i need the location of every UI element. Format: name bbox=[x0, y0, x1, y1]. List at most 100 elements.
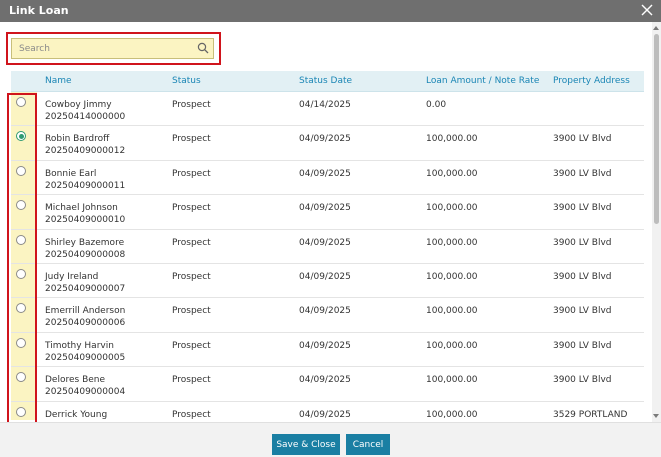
row-radio-button[interactable] bbox=[16, 131, 26, 142]
row-radio-button[interactable] bbox=[16, 372, 26, 383]
loan-number: 20250409000006 bbox=[45, 318, 126, 329]
cell-loan-amount: 100,000.00 bbox=[426, 134, 478, 145]
table-row[interactable]: Cowboy Jimmy 20250414000000 Prospect 04/14/… bbox=[11, 92, 644, 127]
cell-loan-amount: 100,000.00 bbox=[426, 409, 478, 420]
column-header-property-address[interactable]: Property Address bbox=[553, 76, 630, 86]
loan-number: 20250409000010 bbox=[45, 215, 126, 226]
cell-loan-amount: 100,000.00 bbox=[426, 306, 478, 317]
row-radio-button[interactable] bbox=[16, 303, 26, 314]
loan-number: 20250409000008 bbox=[45, 249, 126, 260]
dialog-title: Link Loan bbox=[9, 4, 69, 17]
scroll-down-arrow-icon[interactable] bbox=[653, 414, 659, 418]
row-radio-button[interactable] bbox=[16, 269, 26, 279]
row-radio-button[interactable] bbox=[16, 337, 26, 348]
cell-status: Prospect bbox=[172, 203, 211, 214]
radio-cell bbox=[11, 401, 37, 420]
cell-name: Derrick Young bbox=[45, 409, 107, 420]
cell-property-address: 3900 LV Blvd bbox=[553, 272, 612, 282]
table-row[interactable]: Robin Bardroff 20250409000012 Prospect 04/0… bbox=[11, 126, 644, 161]
cell-property-address: 3529 PORTLAND bbox=[553, 409, 628, 420]
cell-status: Prospect bbox=[172, 237, 211, 248]
cell-status: Prospect bbox=[172, 375, 211, 386]
column-header-status-date[interactable]: Status Date bbox=[299, 76, 352, 86]
row-radio-button[interactable] bbox=[16, 165, 26, 176]
cell-status-date: 04/14/2025 bbox=[299, 100, 351, 110]
cell-name: Shirley Bazemore 20250409000008 bbox=[45, 237, 125, 261]
borrower-name: Judy Ireland bbox=[45, 272, 99, 282]
loan-table: Name Status Status Date Loan Amount / No… bbox=[11, 71, 644, 420]
radio-cell bbox=[11, 160, 37, 195]
cell-property-address: 3900 LV Blvd bbox=[553, 306, 612, 317]
radio-cell bbox=[11, 195, 37, 229]
cell-status-date: 04/09/2025 bbox=[299, 203, 351, 214]
cell-name: Timothy Harvin 20250409000005 bbox=[45, 340, 125, 364]
scrollbar-thumb[interactable] bbox=[654, 34, 659, 224]
cell-status: Prospect bbox=[172, 306, 211, 317]
save-close-button[interactable]: Save & Close bbox=[272, 434, 340, 455]
borrower-name: Michael Johnson bbox=[45, 203, 118, 214]
radio-cell bbox=[11, 126, 37, 160]
cell-property-address: 3900 LV Blvd bbox=[553, 237, 612, 248]
cell-status: Prospect bbox=[172, 134, 211, 145]
dialog-titlebar: Link Loan bbox=[0, 0, 661, 22]
search-input[interactable] bbox=[12, 39, 192, 58]
table-row[interactable]: Michael Johnson 20250409000010 Prospect 04/… bbox=[11, 195, 644, 230]
borrower-name: Robin Bardroff bbox=[45, 134, 110, 145]
cell-loan-amount: 100,000.00 bbox=[426, 203, 478, 214]
radio-cell bbox=[11, 229, 37, 263]
cell-name: Michael Johnson 20250409000010 bbox=[45, 202, 125, 226]
cell-name: Cowboy Jimmy 20250414000000 bbox=[45, 99, 125, 123]
loan-number: 20250409000005 bbox=[45, 352, 126, 363]
table-row[interactable]: Derrick Young Prospect 04/09/2025 100,000.0… bbox=[11, 401, 644, 420]
cancel-button[interactable]: Cancel bbox=[346, 434, 390, 455]
table-header: Name Status Status Date Loan Amount / No… bbox=[11, 71, 644, 92]
table-row[interactable]: Judy Ireland 20250409000007 Prospect 04/09/… bbox=[11, 264, 644, 299]
table-row[interactable]: Delores Bene 20250409000004 Prospect 04/09/… bbox=[11, 367, 644, 402]
radio-cell bbox=[11, 92, 37, 126]
cell-status: Prospect bbox=[172, 409, 211, 420]
cell-property-address: 3900 LV Blvd bbox=[553, 340, 612, 351]
cell-name: Bonnie Earl 20250409000011 bbox=[45, 168, 125, 192]
row-radio-button[interactable] bbox=[16, 200, 26, 211]
search-box[interactable] bbox=[11, 38, 214, 59]
column-header-name[interactable]: Name bbox=[45, 76, 72, 86]
borrower-name: Cowboy Jimmy bbox=[45, 100, 112, 110]
loan-number: 20250409000004 bbox=[45, 387, 126, 398]
cell-property-address: 3900 LV Blvd bbox=[553, 134, 612, 145]
table-row[interactable]: Timothy Harvin 20250409000005 Prospect 04/0… bbox=[11, 332, 644, 368]
loan-number: 20250409000007 bbox=[45, 284, 126, 294]
cell-name: Judy Ireland 20250409000007 bbox=[45, 271, 125, 295]
scroll-up-arrow-icon[interactable] bbox=[653, 26, 659, 30]
cell-status-date: 04/09/2025 bbox=[299, 134, 351, 145]
borrower-name: Bonnie Earl bbox=[45, 168, 97, 179]
column-header-status[interactable]: Status bbox=[172, 76, 201, 86]
row-radio-button[interactable] bbox=[16, 97, 26, 107]
cell-status: Prospect bbox=[172, 272, 211, 282]
table-row[interactable]: Bonnie Earl 20250409000011 Prospect 04/09/2… bbox=[11, 160, 644, 196]
cell-loan-amount: 100,000.00 bbox=[426, 237, 478, 248]
cell-status: Prospect bbox=[172, 340, 211, 351]
radio-cell bbox=[11, 367, 37, 401]
column-header-loan-amount[interactable]: Loan Amount / Note Rate bbox=[426, 76, 539, 86]
cell-loan-amount: 0.00 bbox=[426, 100, 447, 110]
search-icon[interactable] bbox=[197, 42, 209, 54]
cell-status-date: 04/09/2025 bbox=[299, 409, 351, 420]
loan-number: 20250409000011 bbox=[45, 180, 126, 191]
close-icon[interactable] bbox=[641, 4, 653, 16]
dialog-footer: Save & Close Cancel bbox=[0, 422, 661, 457]
row-radio-button[interactable] bbox=[16, 406, 26, 417]
cell-name: Emerrill Anderson 20250409000006 bbox=[45, 305, 125, 329]
table-row[interactable]: Emerrill Anderson 20250409000006 Prospect 0… bbox=[11, 298, 644, 333]
row-radio-button[interactable] bbox=[16, 234, 26, 245]
borrower-name: Delores Bene bbox=[45, 375, 106, 386]
cell-status-date: 04/09/2025 bbox=[299, 168, 351, 179]
cell-status-date: 04/09/2025 bbox=[299, 375, 351, 386]
borrower-name: Shirley Bazemore bbox=[45, 237, 125, 248]
cell-property-address: 3900 LV Blvd bbox=[553, 203, 612, 214]
cell-status-date: 04/09/2025 bbox=[299, 306, 351, 317]
vertical-scrollbar[interactable] bbox=[652, 22, 661, 422]
borrower-name: Timothy Harvin bbox=[45, 340, 114, 351]
cell-property-address: 3900 LV Blvd bbox=[553, 375, 612, 386]
cell-property-address: 3900 LV Blvd bbox=[553, 168, 612, 179]
table-row[interactable]: Shirley Bazemore 20250409000008 Prospect 04… bbox=[11, 229, 644, 264]
